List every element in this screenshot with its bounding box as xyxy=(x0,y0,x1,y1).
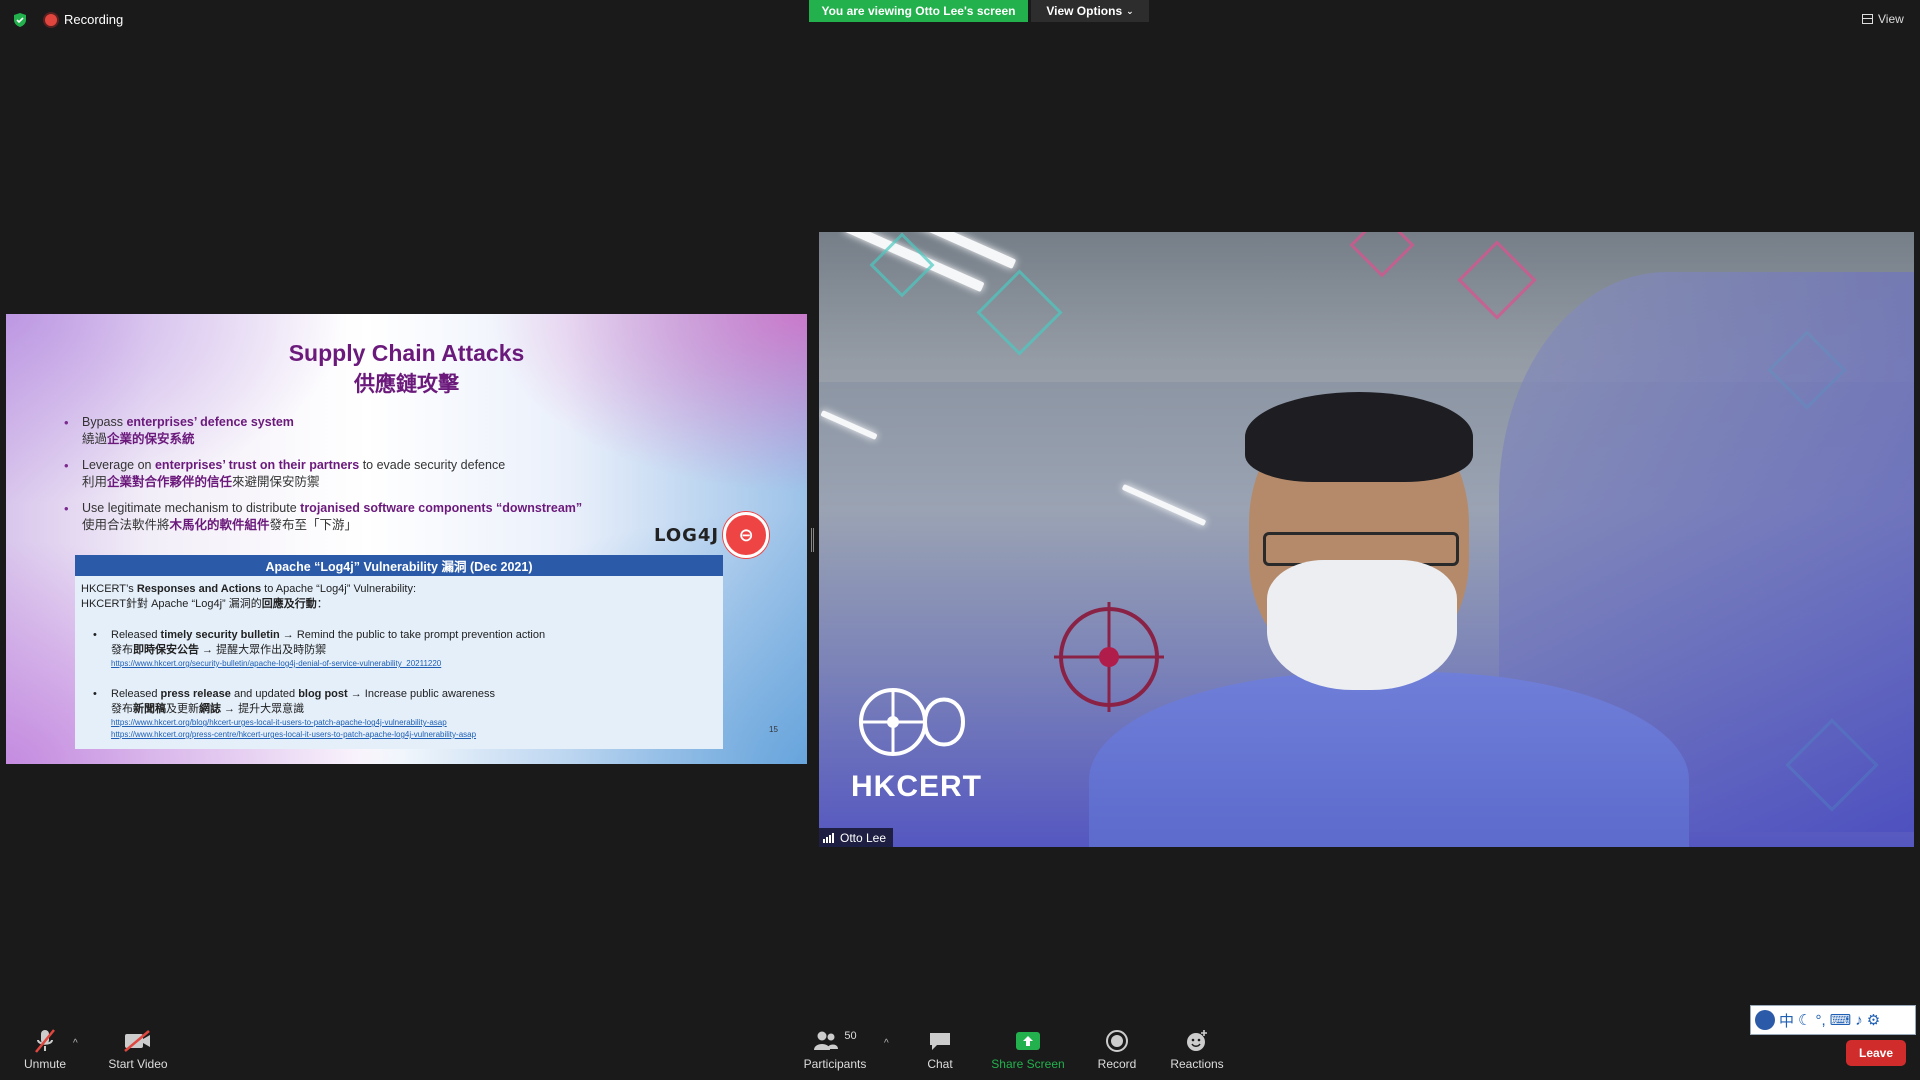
split-divider-handle[interactable] xyxy=(811,528,814,552)
info-box-intro: HKCERT’s Responses and Actions to Apache… xyxy=(81,583,417,610)
participants-icon xyxy=(814,1031,839,1050)
ceiling-light xyxy=(820,410,878,440)
participants-button[interactable]: 50 Participants xyxy=(795,1028,875,1076)
slide-bullet-list: Bypass enterprises’ defence system 繞過企業的… xyxy=(62,414,662,543)
log4j-logo-text: LOG4J xyxy=(654,524,720,546)
record-button[interactable]: Record xyxy=(1077,1028,1157,1076)
info-box-item: Released press release and updated blog … xyxy=(93,687,495,741)
shield-icon[interactable] xyxy=(12,12,28,28)
ime-language-toggle[interactable]: 中 xyxy=(1779,1010,1794,1031)
reactions-button[interactable]: Reactions xyxy=(1157,1028,1237,1076)
ime-toolbar[interactable]: 中 ☾ °, ⌨ ♪ ⚙ xyxy=(1750,1005,1916,1035)
blog-link[interactable]: https://www.hkcert.org/blog/hkcert-urges… xyxy=(111,717,495,729)
press-link[interactable]: https://www.hkcert.org/press-centre/hkce… xyxy=(111,729,495,741)
start-video-button[interactable]: Start Video xyxy=(98,1028,178,1076)
recording-label[interactable]: Recording xyxy=(64,12,123,27)
signal-icon xyxy=(823,832,834,843)
view-options-label: View Options xyxy=(1046,4,1123,18)
log4j-logo: LOG4J ⊖ xyxy=(654,512,770,558)
leave-button[interactable]: Leave xyxy=(1846,1040,1906,1066)
ceiling-light xyxy=(1121,483,1207,527)
share-screen-icon xyxy=(1016,1032,1040,1050)
mic-icon[interactable]: ♪ xyxy=(1855,1012,1863,1029)
punctuation-icon[interactable]: °, xyxy=(1815,1012,1825,1029)
slide-title-zh: 供應鏈攻擊 xyxy=(354,373,459,396)
hkcert-logo-icon xyxy=(859,688,966,756)
participants-label: Participants xyxy=(803,1057,867,1071)
gear-icon[interactable]: ⚙ xyxy=(1867,1011,1880,1029)
log4j-cup-icon: ⊖ xyxy=(723,512,770,558)
chevron-down-icon: ⌄ xyxy=(1126,5,1134,16)
video-off-icon xyxy=(124,1030,150,1052)
chat-button[interactable]: Chat xyxy=(900,1028,980,1076)
bulletin-link[interactable]: https://www.hkcert.org/security-bulletin… xyxy=(111,658,545,670)
slide-title-en: Supply Chain Attacks xyxy=(288,340,525,366)
speaker-mask xyxy=(1267,560,1457,690)
unmute-button[interactable]: Unmute xyxy=(5,1028,85,1076)
slide-page-number: 15 xyxy=(769,725,778,734)
speaker-hair xyxy=(1245,392,1473,482)
viewing-banner: You are viewing Otto Lee's screen xyxy=(809,0,1028,22)
reactions-label: Reactions xyxy=(1170,1057,1224,1071)
share-screen-label: Share Screen xyxy=(991,1057,1065,1071)
start-video-label: Start Video xyxy=(108,1057,168,1071)
info-box-item: Released timely security bulletin → Remi… xyxy=(93,628,545,670)
audio-options-caret[interactable]: ^ xyxy=(73,1038,78,1049)
recording-icon xyxy=(45,14,57,26)
record-label: Record xyxy=(1097,1057,1137,1071)
slide-bullet: Bypass enterprises’ defence system 繞過企業的… xyxy=(62,414,662,448)
view-button[interactable]: View xyxy=(1862,12,1904,26)
ime-logo-icon[interactable] xyxy=(1755,1010,1775,1030)
chat-label: Chat xyxy=(927,1057,953,1071)
info-box-title: Apache “Log4j” Vulnerability 漏洞 (Dec 202… xyxy=(75,555,723,576)
log4j-info-box: Apache “Log4j” Vulnerability 漏洞 (Dec 202… xyxy=(75,555,723,749)
share-screen-button[interactable]: Share Screen xyxy=(988,1028,1068,1076)
participant-name-tag: Otto Lee xyxy=(819,828,894,847)
hkcert-logo-text: HKCERT xyxy=(851,770,982,803)
view-label: View xyxy=(1878,12,1904,26)
record-icon xyxy=(1106,1030,1128,1052)
speaker-video: HKCERT Otto Lee xyxy=(819,232,1914,847)
participants-count: 50 xyxy=(844,1030,857,1042)
keyboard-icon[interactable]: ⌨ xyxy=(1830,1011,1852,1029)
participants-options-caret[interactable]: ^ xyxy=(884,1038,889,1049)
grid-view-icon xyxy=(1862,14,1873,24)
mic-muted-icon xyxy=(35,1029,55,1053)
chat-icon xyxy=(930,1033,950,1050)
slide-bullet: Use legitimate mechanism to distribute t… xyxy=(62,500,662,534)
slide-bullet: Leverage on enterprises’ trust on their … xyxy=(62,457,662,491)
reactions-icon xyxy=(1187,1030,1207,1051)
shared-screen-slide: Supply Chain Attacks 供應鏈攻擊 Bypass enterp… xyxy=(6,314,807,764)
view-options-button[interactable]: View Options ⌄ xyxy=(1031,0,1149,22)
unmute-label: Unmute xyxy=(23,1057,67,1071)
moon-icon[interactable]: ☾ xyxy=(1798,1011,1811,1029)
participant-name: Otto Lee xyxy=(840,830,887,845)
